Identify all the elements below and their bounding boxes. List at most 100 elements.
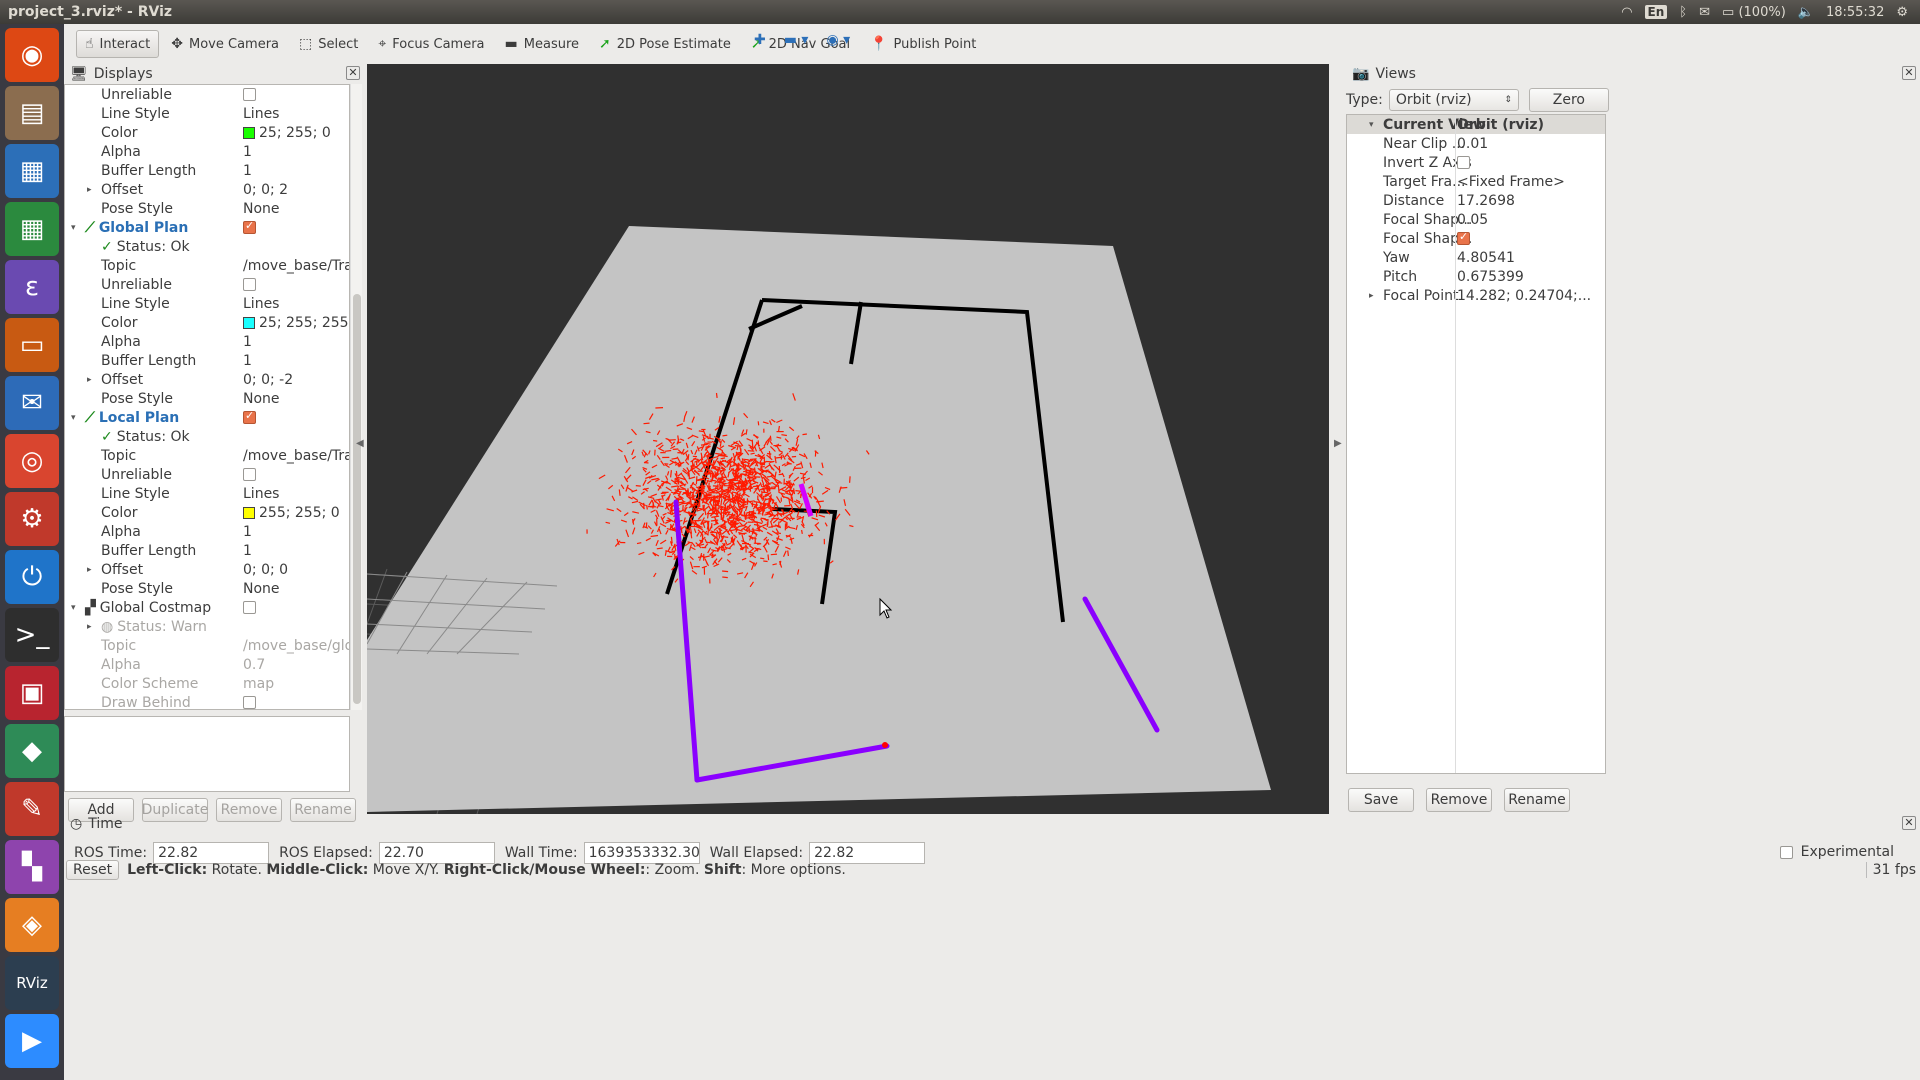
tree-row[interactable]: Near Clip ... 0.01 xyxy=(1347,134,1605,153)
property-value[interactable]: 0.7 xyxy=(243,657,265,673)
power-icon[interactable]: ⏻ xyxy=(5,550,59,604)
collapsed-arrow-icon[interactable]: ▸ xyxy=(1369,291,1379,301)
scrollbar-thumb[interactable] xyxy=(353,294,361,704)
tree-row[interactable]: Unreliable xyxy=(65,275,349,294)
tool-2d-pose-estimate[interactable]: ➚ 2D Pose Estimate xyxy=(591,31,739,57)
tree-row[interactable]: Topic/move_base/Trajector... xyxy=(65,446,349,465)
expanded-arrow-icon[interactable]: ▾ xyxy=(71,603,81,613)
property-value[interactable]: <Fixed Frame> xyxy=(1457,174,1565,190)
property-value[interactable]: 14.282; 0.24704;... xyxy=(1457,288,1591,304)
property-value[interactable]: 1 xyxy=(243,163,252,179)
tree-row[interactable]: Pitch 0.675399 xyxy=(1347,267,1605,286)
close-icon[interactable]: ✕ xyxy=(1902,66,1916,80)
keyboard-layout[interactable]: En xyxy=(1644,5,1668,19)
vscode-icon[interactable]: ◆ xyxy=(5,724,59,778)
property-value[interactable] xyxy=(243,278,256,291)
tree-row[interactable]: ▾ Current View Orbit (rviz) xyxy=(1347,115,1605,134)
property-value[interactable]: None xyxy=(243,391,280,407)
writer-icon[interactable]: ▦ xyxy=(5,144,59,198)
rviz-icon[interactable]: RViz xyxy=(5,956,59,1010)
chrome-icon[interactable]: ◎ xyxy=(5,434,59,488)
remove-tool-icon[interactable]: ▬ ▾ xyxy=(784,32,809,48)
property-value[interactable]: map xyxy=(243,676,274,692)
tree-row[interactable]: Color Scheme map xyxy=(65,674,349,693)
tree-row[interactable]: Target Fra... <Fixed Frame> xyxy=(1347,172,1605,191)
tree-row[interactable]: Alpha 0.7 xyxy=(65,655,349,674)
experimental-checkbox[interactable] xyxy=(1779,845,1793,859)
thunderbird-icon[interactable]: ✉ xyxy=(5,376,59,430)
tree-row[interactable]: Unreliable xyxy=(65,465,349,484)
tool-interact[interactable]: ☝ Interact xyxy=(76,30,160,58)
property-value[interactable]: 1 xyxy=(243,524,252,540)
property-value[interactable]: 1 xyxy=(243,334,252,350)
remote-icon[interactable]: ▣ xyxy=(5,666,59,720)
bluetooth-icon[interactable]: ᛒ xyxy=(1679,5,1687,20)
property-value[interactable]: 1 xyxy=(243,353,252,369)
gear-icon[interactable]: ⚙ xyxy=(1896,5,1908,20)
property-value[interactable]: 25; 255; 0 xyxy=(243,125,331,141)
tool-measure[interactable]: ▬ Measure xyxy=(497,31,587,57)
tree-row[interactable]: Alpha 1 xyxy=(65,142,349,161)
tree-row[interactable]: ▸ Focal Point 14.282; 0.24704;... xyxy=(1347,286,1605,305)
reset-button[interactable]: Reset xyxy=(66,860,120,880)
checkbox[interactable] xyxy=(243,696,256,709)
tree-row[interactable]: ▸ ◍ Status: Warn xyxy=(65,617,349,636)
close-icon[interactable]: ✕ xyxy=(346,66,360,80)
tree-row[interactable]: Alpha 1 xyxy=(65,332,349,351)
tree-row[interactable]: Topic/move_base/Trajector... xyxy=(65,256,349,275)
tree-row[interactable]: Buffer Length 1 xyxy=(65,161,349,180)
checkbox[interactable] xyxy=(243,278,256,291)
impress-icon[interactable]: ▭ xyxy=(5,318,59,372)
property-value[interactable] xyxy=(1457,156,1470,169)
tree-row[interactable]: Invert Z Axis xyxy=(1347,153,1605,172)
tree-row[interactable]: Line Style Lines xyxy=(65,294,349,313)
displays-tree[interactable]: Unreliable Line Style Lines Color 25; 255; 0… xyxy=(64,84,350,710)
rename-view-button[interactable]: Rename xyxy=(1504,788,1570,812)
property-value[interactable]: /move_base/global_c... xyxy=(243,638,349,654)
tree-row[interactable]: ▾ ⟋ Local Plan xyxy=(65,408,349,427)
add-tool-icon[interactable]: ✚ xyxy=(754,32,766,48)
tree-row[interactable]: ✓ Status: Ok xyxy=(65,427,349,446)
network-icon[interactable]: ▚ xyxy=(5,840,59,894)
property-value[interactable]: /move_base/Trajector... xyxy=(243,258,349,274)
checkbox[interactable] xyxy=(243,468,256,481)
clock[interactable]: 18:55:32 xyxy=(1826,5,1884,20)
terminal-icon[interactable]: >_ xyxy=(5,608,59,662)
property-value[interactable]: 0.01 xyxy=(1457,136,1488,152)
property-value[interactable]: 0.05 xyxy=(1457,212,1488,228)
scene-svg[interactable] xyxy=(367,64,1329,814)
view-type-select[interactable]: Orbit (rviz) ⇕ xyxy=(1388,89,1519,111)
property-value[interactable] xyxy=(243,88,256,101)
tree-row[interactable]: Color 255; 255; 0 xyxy=(65,503,349,522)
volume-icon[interactable]: 🔈 xyxy=(1798,5,1814,20)
property-value[interactable]: /move_base/Trajector... xyxy=(243,448,349,464)
camera-type-icon[interactable]: ◉ ▾ xyxy=(826,32,850,48)
tree-row[interactable]: Draw Behind xyxy=(65,693,349,709)
checkbox[interactable] xyxy=(1457,230,1470,245)
tree-row[interactable]: Yaw 4.80541 xyxy=(1347,248,1605,267)
property-value[interactable]: Lines xyxy=(243,486,279,502)
property-value[interactable]: Lines xyxy=(243,296,279,312)
checkbox[interactable] xyxy=(243,409,256,424)
tree-row[interactable]: ▸ Offset 0; 0; 0 xyxy=(65,560,349,579)
property-value[interactable] xyxy=(243,409,256,424)
tree-row[interactable]: ▾ ⟋ Global Plan xyxy=(65,218,349,237)
tree-row[interactable]: Buffer Length 1 xyxy=(65,541,349,560)
expanded-arrow-icon[interactable]: ▾ xyxy=(71,413,81,423)
collapsed-arrow-icon[interactable]: ▸ xyxy=(87,622,97,632)
property-value[interactable]: 4.80541 xyxy=(1457,250,1515,266)
mail-icon[interactable]: ✉ xyxy=(1699,5,1710,20)
property-value[interactable] xyxy=(243,601,256,614)
collapse-right-icon[interactable]: ▶ xyxy=(1334,438,1342,449)
tree-row[interactable]: Color 25; 255; 0 xyxy=(65,123,349,142)
wifi-icon[interactable]: ◠ xyxy=(1621,5,1632,20)
tool-move-camera[interactable]: ✥ Move Camera xyxy=(163,31,287,57)
property-value[interactable] xyxy=(243,696,256,709)
remove-view-button[interactable]: Remove xyxy=(1426,788,1492,812)
tree-row[interactable]: Line Style Lines xyxy=(65,484,349,503)
collapse-left-icon[interactable]: ◀ xyxy=(356,438,364,449)
tool-focus-camera[interactable]: ⌖ Focus Camera xyxy=(370,31,492,57)
tree-row[interactable]: Topic/move_base/global_c... xyxy=(65,636,349,655)
files-icon[interactable]: ▤ xyxy=(5,86,59,140)
save-view-button[interactable]: Save xyxy=(1348,788,1414,812)
